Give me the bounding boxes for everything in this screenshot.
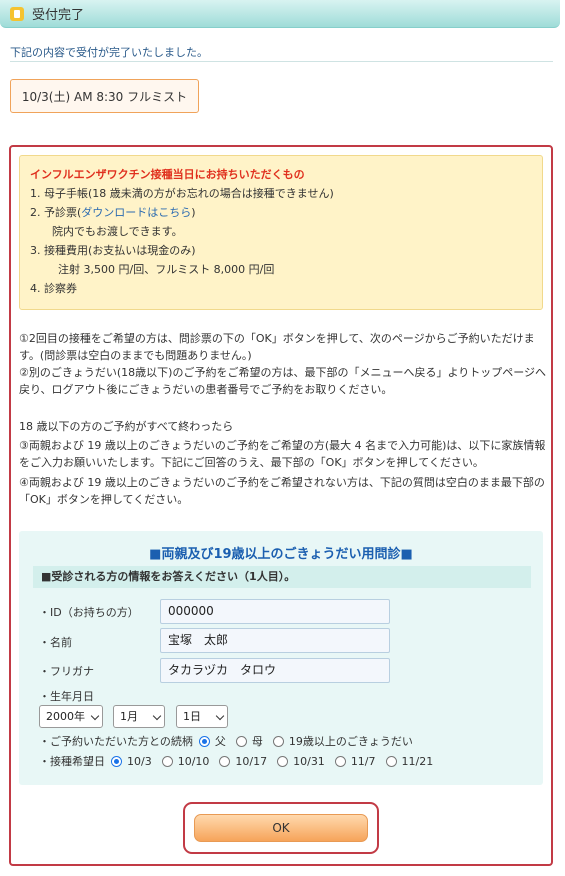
instruction-heading: 18 歳以下の方のご予約がすべて終わったら: [19, 420, 234, 433]
date-option-11-21[interactable]: 11/21: [385, 755, 433, 768]
birth-day-select[interactable]: 1日: [176, 705, 228, 728]
instruction-4: ④両親および 19 歳以上のごきょうだいのご予約をご希望されない方は、下記の質問…: [19, 476, 545, 506]
relation-option-father[interactable]: 父: [198, 733, 226, 749]
id-label: ・ID（お持ちの方）: [39, 606, 139, 619]
notice-box: インフルエンザワクチン接種当日にお持ちいただくもの 1. 母子手帳(18 歳未満…: [19, 155, 543, 310]
ok-button[interactable]: OK: [194, 814, 368, 842]
download-link[interactable]: ダウンロードはこちら: [81, 206, 191, 219]
radio-icon: [277, 755, 289, 767]
completion-message: 下記の内容で受付が完了いたしました。: [10, 46, 208, 59]
notice-item-3: 3. 接種費用(お支払いは現金のみ): [30, 244, 196, 257]
birth-month-select[interactable]: 1月: [113, 705, 165, 728]
date-label: ・接種希望日: [39, 755, 105, 768]
instruction-3: ③両親および 19 歳以上のごきょうだいのご予約をご希望の方(最大 4 名まで入…: [19, 439, 546, 469]
radio-selected-icon: [198, 735, 210, 747]
date-option-10-10[interactable]: 10/10: [161, 755, 209, 768]
id-input[interactable]: 000000: [160, 599, 390, 624]
name-input[interactable]: 宝塚 太郎: [160, 628, 390, 653]
relation-option-mother[interactable]: 母: [235, 733, 263, 749]
radio-icon: [219, 755, 231, 767]
reservation-summary: 10/3(土) AM 8:30 フルミスト: [10, 79, 199, 113]
divider: [10, 61, 553, 62]
form-subtitle: ■受診される方の情報をお答えください（1人目）。: [33, 566, 531, 588]
radio-icon: [272, 735, 284, 747]
form-title: ■両親及び19歳以上のごきょうだい用問診■: [149, 547, 413, 562]
notice-item-1: 1. 母子手帳(18 歳未満の方がお忘れの場合は接種できません): [30, 187, 334, 200]
radio-selected-icon: [111, 755, 122, 767]
notice-item-4: 4. 診察券: [30, 282, 77, 295]
kana-input[interactable]: タカラヅカ タロウ: [160, 658, 390, 683]
notice-item-2: 2. 予診票(ダウンロードはこちら): [30, 206, 196, 219]
notebook-icon: [10, 6, 24, 21]
page-title: 受付完了: [32, 8, 85, 23]
notice-heading: インフルエンザワクチン接種当日にお持ちいただくもの: [30, 168, 305, 181]
birthdate-label: ・生年月日: [39, 690, 94, 703]
date-option-10-3[interactable]: 10/3: [111, 755, 152, 768]
date-row: ・接種希望日 10/3 10/10 10/17 10/31 11/7 11/21: [39, 753, 443, 769]
notice-item-3-sub: 注射 3,500 円/回、フルミスト 8,000 円/回: [58, 263, 275, 276]
notice-item-2-sub: 院内でもお渡しできます。: [52, 225, 183, 238]
radio-icon: [235, 735, 247, 747]
birth-year-select[interactable]: 2000年: [39, 705, 103, 728]
instruction-2: ②別のごきょうだい(18歳以下)のご予約をご希望の方は、最下部の「メニューへ戻る…: [19, 366, 546, 396]
radio-icon: [385, 755, 397, 767]
family-form: ■両親及び19歳以上のごきょうだい用問診■ ■受診される方の情報をお答えください…: [19, 531, 543, 785]
page-header: 受付完了: [0, 0, 560, 28]
date-option-11-7[interactable]: 11/7: [334, 755, 376, 768]
name-label: ・名前: [39, 636, 72, 649]
date-option-10-17[interactable]: 10/17: [219, 755, 267, 768]
relation-label: ・ご予約いただいた方との続柄: [39, 735, 193, 748]
instruction-1: ①2回目の接種をご希望の方は、問診票の下の「OK」ボタンを押して、次のページから…: [19, 332, 535, 362]
radio-icon: [161, 755, 173, 767]
chevron-down-icon: [90, 711, 100, 721]
date-option-10-31[interactable]: 10/31: [277, 755, 325, 768]
chevron-down-icon: [152, 711, 162, 721]
chevron-down-icon: [215, 711, 225, 721]
relation-option-sibling[interactable]: 19歳以上のごきょうだい: [272, 733, 413, 749]
relation-row: ・ご予約いただいた方との続柄 父 母 19歳以上のごきょうだい: [39, 733, 423, 749]
kana-label: ・フリガナ: [39, 665, 94, 678]
radio-icon: [334, 755, 346, 767]
